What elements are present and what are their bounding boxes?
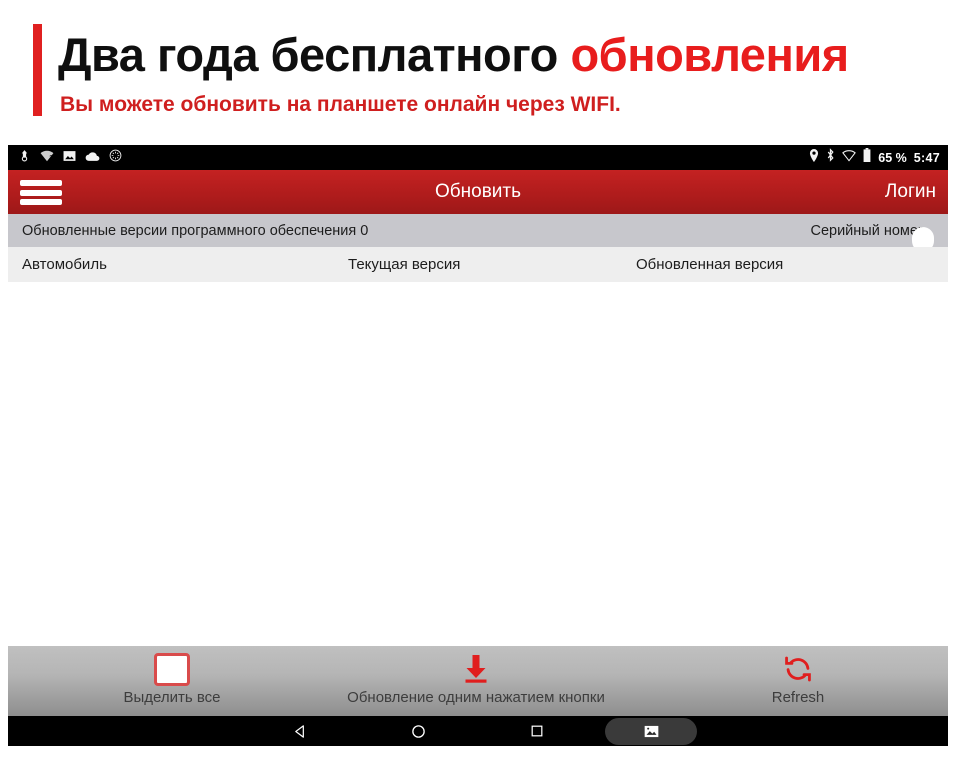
- home-circle-icon[interactable]: [391, 716, 445, 746]
- usb-pointer-icon: [18, 149, 31, 167]
- table-body-empty: [8, 282, 948, 646]
- refresh-button[interactable]: Refresh: [648, 646, 948, 716]
- updated-versions-count-label: Обновленные версии программного обеспече…: [22, 222, 369, 239]
- wifi-icon: [842, 149, 857, 167]
- tablet-screen: ? 65 % 5:47 Обновить Логин Обновленные в…: [8, 145, 948, 746]
- back-triangle-icon[interactable]: [273, 716, 327, 746]
- android-nav-bar: [8, 716, 948, 746]
- settings-circle-icon: [109, 149, 122, 167]
- select-all-label: Выделить все: [123, 689, 221, 706]
- promo-title-red: обновления: [570, 28, 849, 81]
- serial-number-label: Серийный номер: [810, 223, 934, 252]
- app-bar: Обновить Логин: [8, 170, 948, 214]
- promo-subtitle: Вы можете обновить на планшете онлайн че…: [60, 93, 621, 116]
- promo-title: Два года бесплатного обновления: [58, 24, 849, 86]
- cloud-icon: [85, 149, 100, 167]
- clock-label: 5:47: [913, 150, 940, 165]
- refresh-label: Refresh: [771, 689, 825, 706]
- location-pin-icon: [809, 148, 819, 167]
- wifi-question-icon: ?: [40, 149, 54, 167]
- table-header-row: Автомобиль Текущая версия Обновленная ве…: [8, 247, 948, 282]
- screenshot-icon[interactable]: [605, 718, 697, 745]
- download-arrow-icon[interactable]: [462, 649, 490, 689]
- status-bar-left-icons: ?: [18, 145, 122, 170]
- column-header-updated-version: Обновленная версия: [636, 256, 784, 273]
- status-bar: ? 65 % 5:47: [8, 145, 948, 170]
- login-button[interactable]: Логин: [885, 170, 936, 214]
- battery-percent-label: 65 %: [878, 150, 907, 165]
- info-bar: Обновленные версии программного обеспече…: [8, 214, 948, 252]
- promo-title-black: Два года бесплатного: [58, 28, 558, 81]
- checkbox-unchecked-icon[interactable]: [154, 649, 190, 689]
- one-click-update-button[interactable]: Обновление одним нажатием кнопки: [326, 646, 626, 716]
- one-click-update-label: Обновление одним нажатием кнопки: [347, 689, 605, 706]
- column-header-current-version: Текущая версия: [348, 256, 461, 273]
- screenshot-root: Два года бесплатного обновления Вы может…: [0, 0, 960, 773]
- promo-banner: Два года бесплатного обновления Вы может…: [0, 0, 960, 140]
- svg-text:?: ?: [49, 154, 53, 161]
- page-title: Обновить: [434, 181, 522, 202]
- bluetooth-icon: [826, 148, 835, 167]
- refresh-icon[interactable]: [784, 649, 812, 689]
- column-header-vehicle: Автомобиль: [22, 256, 107, 273]
- battery-icon: [863, 148, 871, 167]
- promo-accent-bar: [33, 24, 42, 116]
- image-icon: [63, 149, 76, 167]
- recents-square-icon[interactable]: [510, 716, 564, 746]
- select-all-button[interactable]: Выделить все: [22, 646, 322, 716]
- status-bar-right-icons: 65 % 5:47: [809, 145, 940, 170]
- bottom-action-bar: Выделить все Обновление одним нажатием к…: [8, 646, 948, 716]
